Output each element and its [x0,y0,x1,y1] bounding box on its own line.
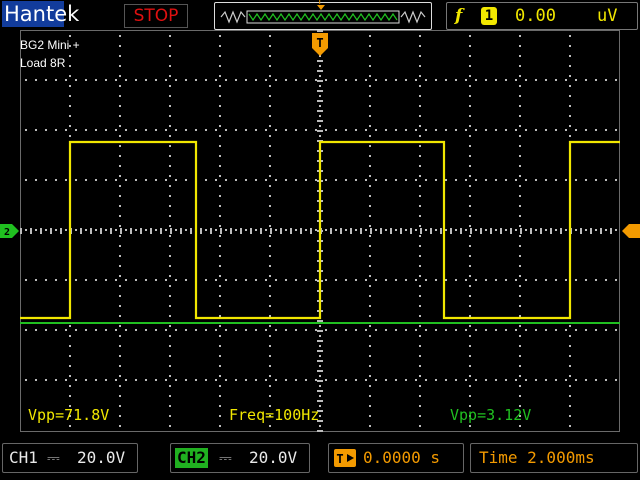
trigger-level-marker-icon[interactable] [622,223,640,239]
trigger-readout[interactable]: f 1 0.00 uV [446,2,638,30]
trigger-offset-value: 0.0000 s [363,448,441,467]
ch1-vpp-measurement: Vpp=71.8V [28,406,110,424]
svg-text:2: 2 [4,227,10,238]
brand-logo: Hantek [2,1,80,27]
ch2-coupling-icon: ⎓ [219,448,232,467]
ch2-label: CH2 [175,448,208,468]
trigger-slope-icon: f [455,6,463,26]
ch1-ground-marker-icon[interactable]: 2 [0,223,20,239]
run-state-label: STOP [133,6,179,26]
trigger-offset-button[interactable]: T 0.0000 s [328,443,464,473]
svg-text:T: T [336,452,343,466]
trigger-source-badge: 1 [481,7,497,25]
memory-trigger-marker: T [317,0,323,7]
trigger-level-value: 0.00 [515,6,556,26]
ch1-settings-button[interactable]: CH1 ⎓ 20.0V [2,443,138,473]
status-bar: CH1 ⎓ 20.0V CH2 ⎓ 20.0V T 0.0000 s Time … [0,438,640,480]
ch2-vpp-measurement: Vpp=3.12V [450,406,532,424]
frequency-measurement: Freq=100Hz [229,406,320,424]
screen-note: BG2 Mini + Load 8R [20,36,80,72]
trigger-position-icon[interactable]: T [311,32,329,60]
timebase-button[interactable]: Time 2.000ms [470,443,638,473]
memory-waveform-icon [220,5,426,24]
trigger-position-label: T [316,36,323,50]
note-line-2: Load 8R [20,56,66,70]
ch1-scale: 20.0V [77,448,126,467]
top-bar: Hantek STOP T f 1 0.00 uV [0,0,640,30]
note-line-1: BG2 Mini + [20,38,80,52]
trigger-offset-icon: T [334,449,356,467]
ch1-coupling-icon: ⎓ [47,448,60,467]
trigger-level-unit: uV [597,6,618,26]
timebase-value: Time 2.000ms [479,448,595,467]
ch2-settings-button[interactable]: CH2 ⎓ 20.0V [170,443,310,473]
memory-position-bar[interactable]: T [214,0,432,30]
scope-display[interactable] [20,30,620,432]
ch2-scale: 20.0V [249,448,298,467]
run-stop-button[interactable]: STOP [124,4,188,28]
ch1-label: CH1 [9,448,38,467]
